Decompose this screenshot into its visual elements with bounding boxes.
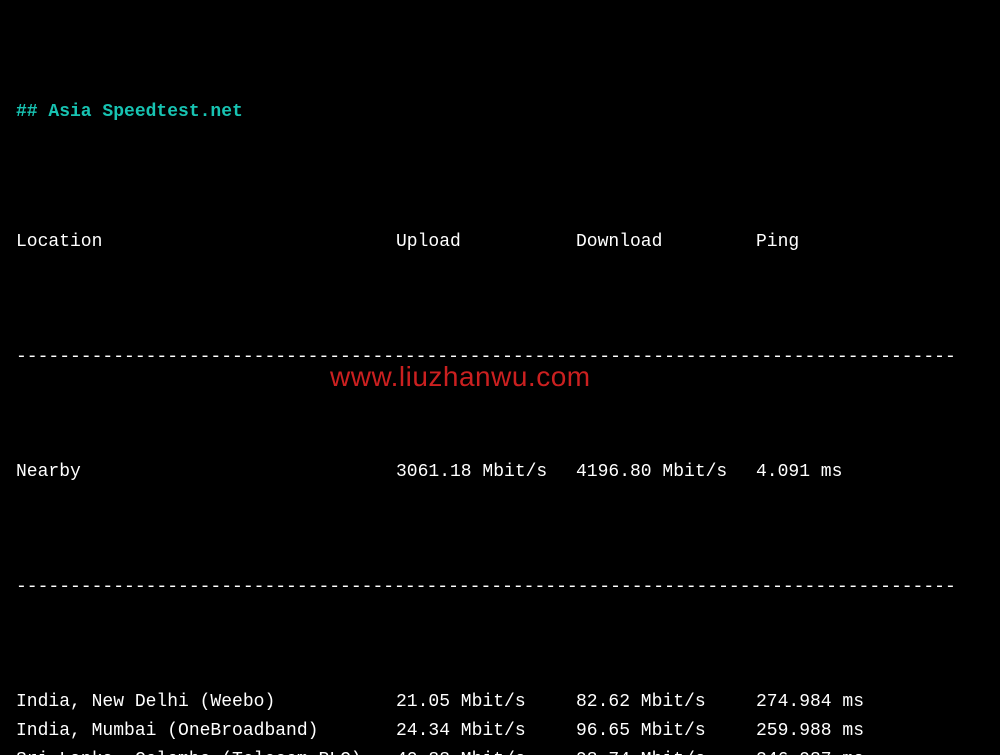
nearby-ping: 4.091 ms (756, 458, 896, 487)
cell-download: 96.65 Mbit/s (576, 717, 756, 746)
cell-upload: 21.05 Mbit/s (396, 688, 576, 717)
header-upload: Upload (396, 228, 576, 257)
cell-upload: 40.88 Mbit/s (396, 746, 576, 755)
table-row: Sri Lanka, Colombo (Telecom PLC)40.88 Mb… (16, 746, 984, 755)
cell-upload: 24.34 Mbit/s (396, 717, 576, 746)
table-header-row: Location Upload Download Ping (16, 228, 984, 257)
header-download: Download (576, 228, 756, 257)
nearby-row: Nearby 3061.18 Mbit/s 4196.80 Mbit/s 4.0… (16, 458, 984, 487)
header-ping: Ping (756, 228, 896, 257)
header-location: Location (16, 228, 396, 257)
nearby-download: 4196.80 Mbit/s (576, 458, 756, 487)
table-row: India, New Delhi (Weebo)21.05 Mbit/s82.6… (16, 688, 984, 717)
table-body: India, New Delhi (Weebo)21.05 Mbit/s82.6… (16, 688, 984, 755)
cell-location: India, New Delhi (Weebo) (16, 688, 396, 717)
cell-ping: 246.987 ms (756, 746, 896, 755)
divider: ----------------------------------------… (16, 343, 976, 372)
cell-download: 82.62 Mbit/s (576, 688, 756, 717)
nearby-label: Nearby (16, 458, 396, 487)
divider: ----------------------------------------… (16, 573, 976, 602)
cell-ping: 274.984 ms (756, 688, 896, 717)
cell-location: India, Mumbai (OneBroadband) (16, 717, 396, 746)
table-row: India, Mumbai (OneBroadband)24.34 Mbit/s… (16, 717, 984, 746)
cell-download: 98.74 Mbit/s (576, 746, 756, 755)
cell-ping: 259.988 ms (756, 717, 896, 746)
nearby-upload: 3061.18 Mbit/s (396, 458, 576, 487)
cell-location: Sri Lanka, Colombo (Telecom PLC) (16, 746, 396, 755)
terminal-output: ## Asia Speedtest.net Location Upload Do… (0, 0, 1000, 755)
section-title: ## Asia Speedtest.net (16, 98, 984, 127)
